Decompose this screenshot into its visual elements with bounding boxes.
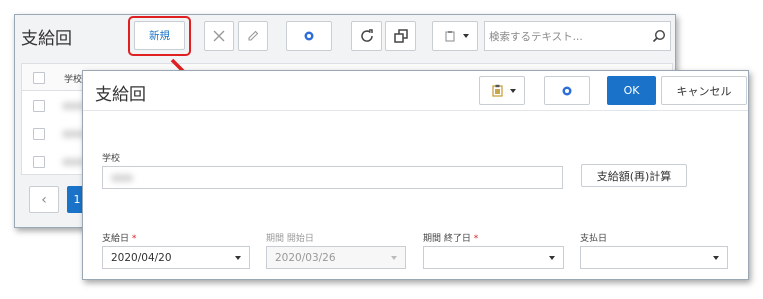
blurred-cell (62, 130, 84, 138)
refresh-icon (360, 29, 373, 42)
chevron-down-icon (510, 88, 516, 93)
column-header-school: 学校 (64, 75, 83, 85)
ok-button[interactable]: OK (607, 76, 656, 105)
windows-icon (393, 29, 408, 43)
period-start-value: 2020/03/26 (275, 251, 336, 264)
blurred-value (111, 174, 133, 182)
payment-date-label: 支給日 * (102, 231, 136, 244)
help-button[interactable] (544, 76, 590, 105)
period-end-label-text: 期間 終了日 (423, 234, 471, 244)
payment-date-label-text: 支給日 (102, 234, 130, 244)
clipboard-icon (445, 31, 455, 42)
pencil-icon (248, 30, 259, 41)
chevron-down-icon (549, 255, 555, 260)
search-icon[interactable] (652, 29, 666, 43)
help-icon (562, 86, 572, 95)
dialog-title: 支給回 (95, 85, 146, 105)
clipboard-dropdown[interactable] (432, 21, 478, 51)
period-end-select[interactable] (423, 246, 564, 269)
window-button[interactable] (385, 21, 416, 51)
required-mark: * (473, 234, 479, 244)
period-start-label: 期間 開始日 (266, 234, 314, 244)
page-title: 支給回 (21, 29, 72, 49)
chevron-down-icon (713, 255, 719, 260)
clipboard-icon (491, 84, 503, 97)
help-button[interactable] (286, 21, 332, 51)
select-all-checkbox[interactable] (33, 72, 45, 84)
pager-prev-button[interactable]: ‹ (29, 186, 59, 213)
close-icon (213, 30, 225, 42)
help-icon (304, 31, 314, 41)
blurred-cell (62, 158, 84, 166)
pay-date-label: 支払日 (580, 234, 608, 244)
new-button[interactable]: 新規 (134, 21, 185, 50)
chevron-down-icon (463, 34, 469, 38)
edit-button[interactable] (238, 21, 268, 51)
pay-date-select[interactable] (580, 246, 728, 269)
search-input[interactable]: 検索するテキスト... (484, 21, 671, 51)
header-divider (83, 110, 748, 111)
chevron-down-icon (235, 255, 241, 260)
chevron-down-icon (391, 255, 397, 260)
delete-button[interactable] (204, 21, 234, 51)
clipboard-dropdown[interactable] (479, 76, 525, 105)
dialog-window: 支給回 OK キャンセル 学校 支給額(再)計算 支給日 * 2020/04/2… (82, 70, 749, 280)
period-end-label: 期間 終了日 * (423, 231, 478, 244)
row-checkbox[interactable] (33, 128, 45, 140)
row-checkbox[interactable] (33, 156, 45, 168)
cancel-button[interactable]: キャンセル (661, 76, 747, 105)
school-field[interactable] (102, 166, 563, 189)
required-mark: * (131, 234, 137, 244)
period-start-select: 2020/03/26 (266, 246, 406, 269)
payment-date-value: 2020/04/20 (111, 251, 172, 264)
payment-date-select[interactable]: 2020/04/20 (102, 246, 250, 269)
blurred-cell (62, 102, 84, 110)
school-label: 学校 (102, 154, 121, 164)
refresh-button[interactable] (351, 21, 382, 51)
row-checkbox[interactable] (33, 100, 45, 112)
recalculate-button[interactable]: 支給額(再)計算 (581, 164, 687, 187)
